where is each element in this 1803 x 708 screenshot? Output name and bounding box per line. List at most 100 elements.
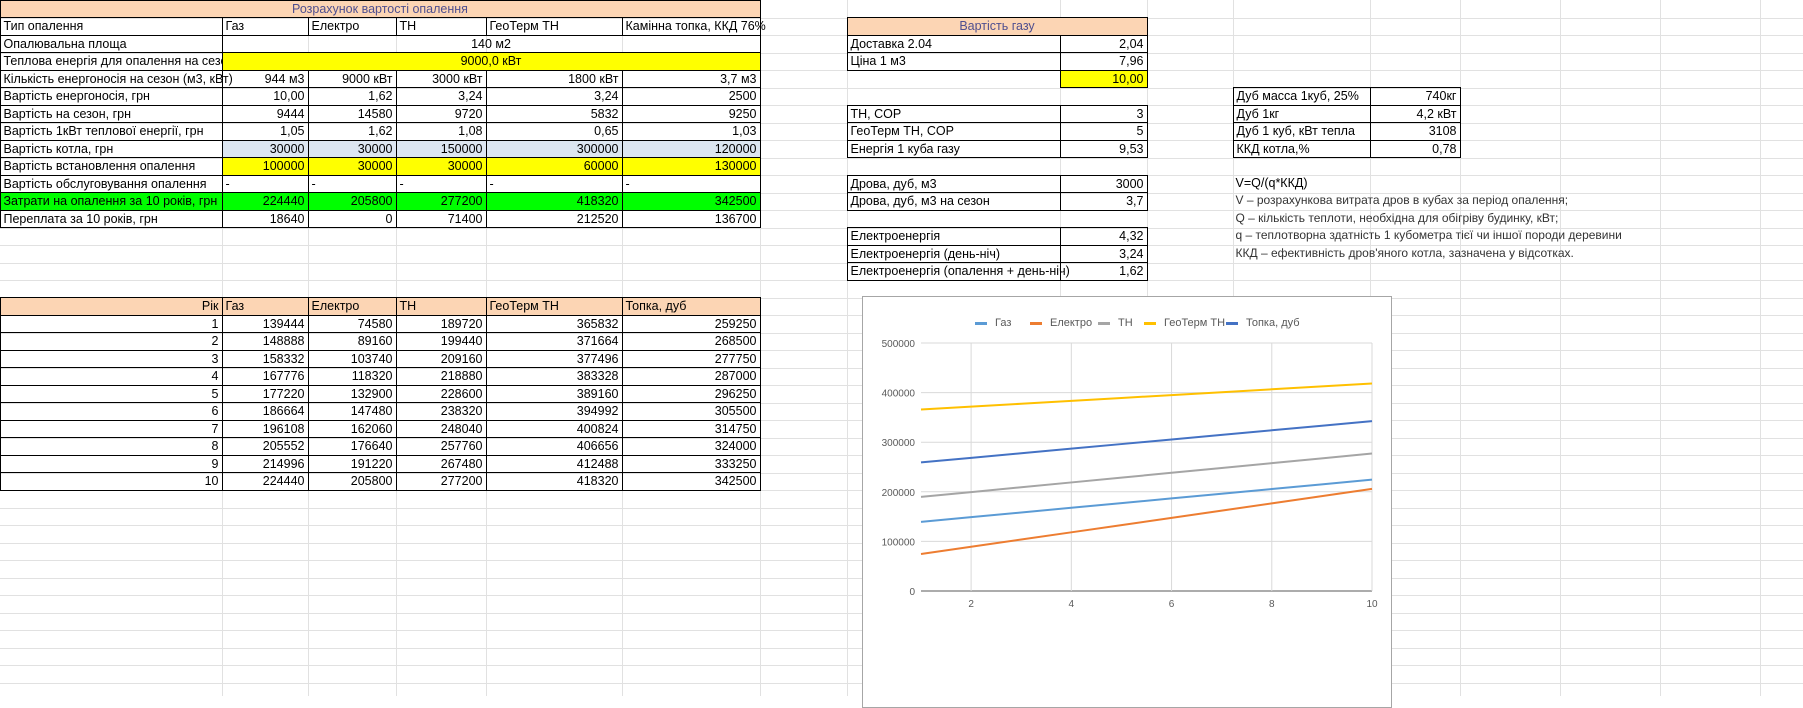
value-cell[interactable]: 9720 — [395, 104, 487, 123]
column-header[interactable]: ТН — [395, 297, 487, 316]
value-cell[interactable]: 277750 — [621, 349, 761, 368]
value-cell[interactable]: 218880 — [395, 367, 487, 386]
row-label[interactable]: Електроенергія — [846, 227, 1061, 246]
value-cell[interactable]: 147480 — [307, 402, 397, 421]
value-cell[interactable]: 418320 — [485, 192, 623, 211]
value-cell[interactable]: 214996 — [221, 454, 309, 473]
value-cell[interactable]: 7,96 — [1059, 52, 1148, 71]
value-cell[interactable]: 3,24 — [1059, 244, 1148, 263]
row-label[interactable]: Вартість енергоносія, грн — [0, 87, 223, 106]
line-chart[interactable]: Газ Електро ТН ГеоТерм ТН Топка, дуб 0 100000… — [862, 296, 1392, 708]
value-cell[interactable]: - — [307, 174, 397, 193]
value-cell[interactable]: 186664 — [221, 402, 309, 421]
value-cell[interactable]: 191220 — [307, 454, 397, 473]
value-cell[interactable]: 30000 — [307, 157, 397, 176]
value-cell[interactable]: 9000 кВт — [307, 69, 397, 88]
value-cell[interactable]: 3,7 м3 — [621, 69, 761, 88]
value-cell[interactable]: 740кг — [1369, 87, 1461, 106]
value-cell[interactable]: 0,78 — [1369, 139, 1461, 158]
value-cell[interactable]: 74580 — [307, 314, 397, 333]
row-label[interactable]: Опалювальна площа — [0, 34, 223, 53]
column-header[interactable]: Рік — [0, 297, 223, 316]
row-label[interactable]: Вартість котла, грн — [0, 139, 223, 158]
value-cell[interactable]: 177220 — [221, 384, 309, 403]
value-cell[interactable]: 176640 — [307, 437, 397, 456]
value-cell[interactable]: 3000 кВт — [395, 69, 487, 88]
column-header[interactable]: Камінна топка, ККД 76% — [621, 17, 766, 36]
value-cell[interactable]: 10,00 — [221, 87, 309, 106]
value-cell[interactable]: 1800 кВт — [485, 69, 623, 88]
value-cell[interactable]: 296250 — [621, 384, 761, 403]
value-cell[interactable]: - — [485, 174, 623, 193]
row-label[interactable]: ГеоТерм ТН, COP — [846, 122, 1061, 141]
value-cell[interactable]: 148888 — [221, 332, 309, 351]
row-label[interactable]: Дуб масса 1куб, 25% — [1232, 87, 1371, 106]
value-cell[interactable]: 365832 — [485, 314, 623, 333]
value-cell[interactable]: 406656 — [485, 437, 623, 456]
value-cell[interactable]: 1,03 — [621, 122, 761, 141]
value-cell[interactable]: 2500 — [621, 87, 761, 106]
value-cell[interactable]: - — [621, 174, 761, 193]
year-cell[interactable]: 4 — [0, 367, 223, 386]
value-cell[interactable]: 4,32 — [1059, 227, 1148, 246]
value-cell[interactable]: 2,04 — [1059, 34, 1148, 53]
area-value[interactable]: 140 м2 — [221, 34, 761, 53]
value-cell[interactable]: 14580 — [307, 104, 397, 123]
formula-note[interactable]: V – розрахункова витрата дров в кубах за… — [1233, 192, 1761, 211]
value-cell[interactable]: 120000 — [621, 139, 761, 158]
value-cell[interactable]: 305500 — [621, 402, 761, 421]
value-cell[interactable]: 139444 — [221, 314, 309, 333]
row-label[interactable]: ТН, COP — [846, 104, 1061, 123]
value-cell[interactable]: 89160 — [307, 332, 397, 351]
column-header[interactable]: Тип опалення — [0, 17, 223, 36]
row-label[interactable]: ККД котла,% — [1232, 139, 1371, 158]
value-cell[interactable]: 389160 — [485, 384, 623, 403]
row-label[interactable]: Затрати на опалення за 10 років, грн — [0, 192, 223, 211]
year-cell[interactable]: 7 — [0, 419, 223, 438]
value-cell[interactable]: 167776 — [221, 367, 309, 386]
value-cell[interactable]: 130000 — [621, 157, 761, 176]
value-cell[interactable]: 371664 — [485, 332, 623, 351]
value-cell[interactable]: 259250 — [621, 314, 761, 333]
value-cell[interactable]: 394992 — [485, 402, 623, 421]
value-cell[interactable]: 277200 — [395, 192, 487, 211]
value-cell[interactable]: 3000 — [1059, 174, 1148, 193]
value-cell[interactable]: 238320 — [395, 402, 487, 421]
value-cell[interactable]: 30000 — [221, 139, 309, 158]
row-label[interactable]: Дуб 1 куб, кВт тепла — [1232, 122, 1371, 141]
year-cell[interactable]: 10 — [0, 472, 223, 491]
value-cell[interactable]: 1,05 — [221, 122, 309, 141]
formula-note[interactable]: Q – кількість теплоти, необхідна для обі… — [1233, 210, 1761, 229]
value-cell[interactable]: 342500 — [621, 192, 761, 211]
value-cell[interactable]: 30000 — [395, 157, 487, 176]
value-cell[interactable]: 3,24 — [395, 87, 487, 106]
row-label[interactable]: Ціна 1 м3 — [846, 52, 1061, 71]
row-label[interactable]: Енергія 1 куба газу — [846, 139, 1061, 158]
heat-value[interactable]: 9000,0 кВт — [221, 52, 761, 71]
formula-note[interactable]: q – теплотворна здатність 1 кубометра ті… — [1233, 227, 1761, 246]
row-label[interactable]: Електроенергія (день-ніч) — [846, 244, 1061, 263]
gas-table-title[interactable]: Вартість газу — [846, 17, 1148, 36]
value-cell[interactable]: 224440 — [221, 192, 309, 211]
value-cell[interactable]: 268500 — [621, 332, 761, 351]
row-label[interactable]: Вартість обслуговування опалення — [0, 174, 223, 193]
value-cell[interactable]: 248040 — [395, 419, 487, 438]
value-cell[interactable]: 1,08 — [395, 122, 487, 141]
value-cell[interactable]: 287000 — [621, 367, 761, 386]
column-header[interactable]: Електро — [307, 297, 397, 316]
year-cell[interactable]: 2 — [0, 332, 223, 351]
value-cell[interactable]: 324000 — [621, 437, 761, 456]
year-cell[interactable]: 3 — [0, 349, 223, 368]
value-cell[interactable]: 103740 — [307, 349, 397, 368]
value-cell[interactable]: 0,65 — [485, 122, 623, 141]
value-cell[interactable]: 224440 — [221, 472, 309, 491]
row-label[interactable]: Дуб 1кг — [1232, 104, 1371, 123]
value-cell[interactable]: 1,62 — [307, 122, 397, 141]
row-label[interactable]: Дрова, дуб, м3 на сезон — [846, 192, 1061, 211]
column-header[interactable]: Топка, дуб — [621, 297, 761, 316]
value-cell[interactable]: 100000 — [221, 157, 309, 176]
value-cell[interactable]: 3,24 — [485, 87, 623, 106]
row-label[interactable]: Переплата за 10 років, грн — [0, 209, 223, 228]
value-cell[interactable]: 342500 — [621, 472, 761, 491]
value-cell[interactable]: 5 — [1059, 122, 1148, 141]
